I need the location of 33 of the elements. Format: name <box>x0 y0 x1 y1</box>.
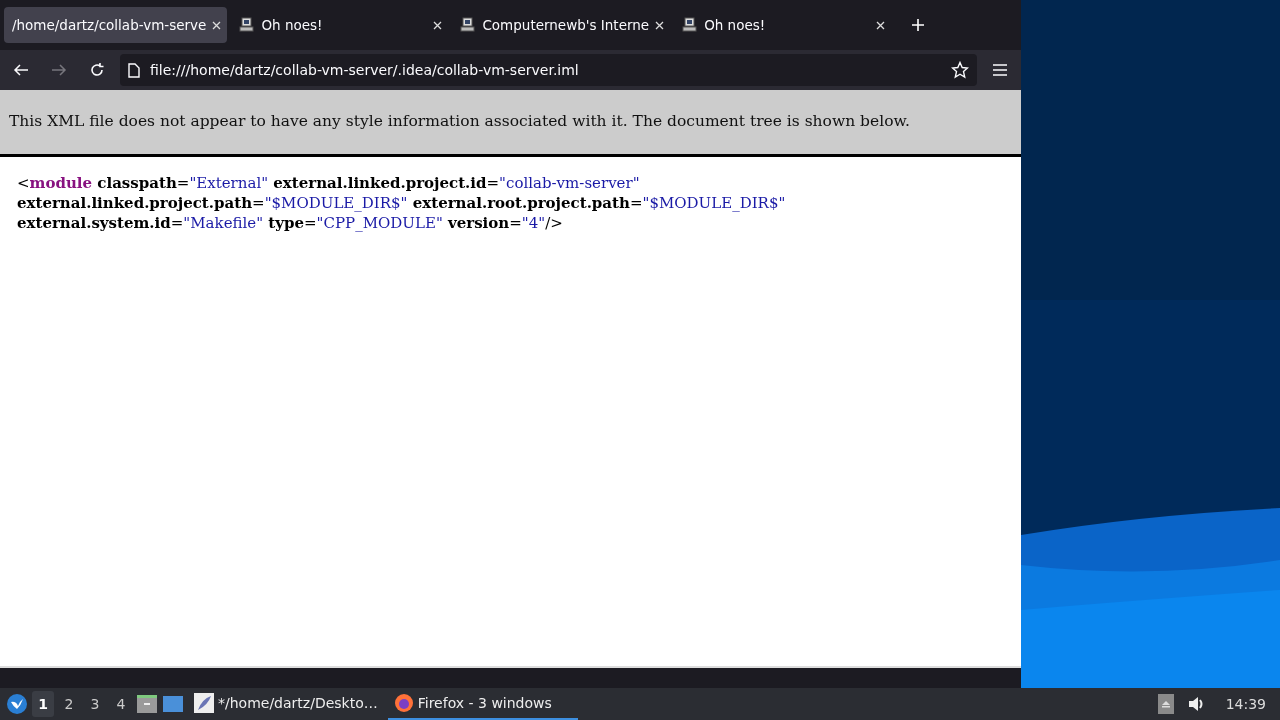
close-icon[interactable] <box>655 20 665 30</box>
document-icon <box>128 62 140 78</box>
forward-arrow-icon <box>51 62 67 78</box>
star-icon[interactable] <box>951 61 969 79</box>
workspace-button[interactable]: 4 <box>110 691 132 717</box>
menu-icon <box>992 63 1008 77</box>
reload-icon <box>89 62 105 78</box>
workspace-button[interactable]: 1 <box>32 691 54 717</box>
clock: 14:39 <box>1225 696 1266 712</box>
xml-line: external.linked.project.path="$MODULE_DIR$" external.root.project.path="$MODULE_DIR$" <box>17 193 787 213</box>
taskbar-task[interactable]: */home/dartz/Deskto… <box>188 688 384 720</box>
desktop-icon[interactable] <box>162 695 184 713</box>
start-menu-icon[interactable] <box>6 693 28 715</box>
plus-icon <box>911 18 926 32</box>
browser-tab[interactable]: Computernewb's Interne <box>452 7 671 43</box>
close-icon[interactable] <box>433 20 443 30</box>
browser-tab[interactable]: /home/dartz/collab-vm-serve <box>4 7 228 43</box>
xml-notice: This XML file does not appear to have any style information associated with it. The document tree is shown below. <box>0 90 1021 157</box>
workspace-button[interactable]: 2 <box>58 691 80 717</box>
address-bar[interactable]: file:///home/dartz/collab-vm-server/.idea/collab-vm-server.iml <box>120 54 977 86</box>
taskbar-task[interactable]: Firefox - 3 windows <box>387 688 578 720</box>
browser-tab[interactable]: Oh noes! <box>231 7 449 43</box>
workspace-button[interactable]: 3 <box>84 691 106 717</box>
file-cabinet-icon[interactable] <box>136 694 158 714</box>
xml-line: <module classpath="External" external.linked.project.id="collab-vm-server" <box>17 173 641 193</box>
back-arrow-icon <box>13 62 29 78</box>
browser-tab[interactable]: Oh noes! <box>674 7 892 43</box>
xml-line: external.system.id="Makefile" type="CPP_MODULE" version="4"/> <box>17 213 564 233</box>
feather-icon <box>194 693 214 713</box>
close-icon[interactable] <box>212 20 222 30</box>
firefox-icon <box>393 693 414 713</box>
close-icon[interactable] <box>876 20 886 30</box>
tray-icon[interactable] <box>1157 694 1174 714</box>
